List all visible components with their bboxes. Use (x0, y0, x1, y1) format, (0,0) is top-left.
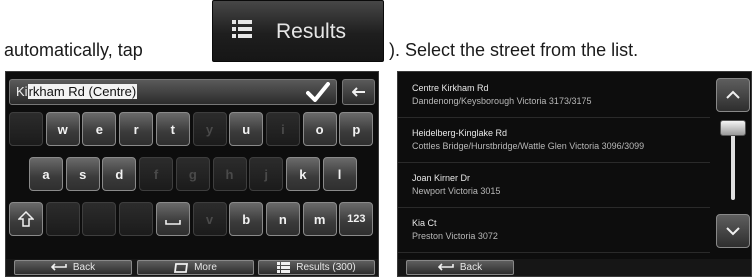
key-l[interactable]: l (322, 157, 357, 191)
back-button[interactable]: Back (406, 260, 514, 275)
list-icon (277, 262, 291, 273)
list-item[interactable]: Centre Kirkham Rd Dandenong/Keysborough V… (398, 75, 710, 118)
key-blank (45, 202, 80, 236)
keyboard-screen: Kirkham Rd (Centre) wertyuiop asdfghjkl vb… (5, 71, 379, 277)
list-item[interactable]: Heidelberg-Kinglake Rd Cottles Bridge/Hur… (398, 120, 710, 163)
scroll-up-button[interactable] (716, 78, 750, 112)
key-w[interactable]: w (45, 112, 80, 146)
key-e[interactable]: e (82, 112, 117, 146)
keyboard-bottom-bar: Back More Results (300) (6, 259, 378, 276)
key-p[interactable]: p (339, 112, 374, 146)
back-button[interactable]: Back (14, 260, 132, 275)
key-v: v (192, 202, 227, 236)
key-y: y (192, 112, 227, 146)
shift-arrow-icon (18, 211, 34, 227)
street-location: Dandenong/Keysborough Victoria 3173/3175 (412, 96, 592, 106)
key-r[interactable]: r (119, 112, 154, 146)
list-item[interactable]: Joan Kirner Dr Newport Victoria 3015 (398, 165, 710, 208)
key-m[interactable]: m (302, 202, 337, 236)
scroll-down-button[interactable] (716, 214, 750, 248)
chevron-down-icon (726, 227, 740, 236)
key-f: f (139, 157, 174, 191)
scrollbar-thumb[interactable] (720, 120, 746, 136)
key-s[interactable]: s (65, 157, 100, 191)
check-icon[interactable] (306, 82, 330, 102)
search-suggestion-text: rkham Rd (Centre) (27, 84, 138, 99)
results-bottom-bar: Back (398, 259, 751, 276)
more-button-label: More (194, 262, 217, 273)
key-i: i (265, 112, 300, 146)
list-icon (232, 20, 252, 38)
key-blank (119, 202, 154, 236)
space-key[interactable] (155, 202, 190, 236)
street-name: Heidelberg-Kinglake Rd (412, 128, 508, 138)
street-name: Centre Kirkham Rd (412, 83, 489, 93)
street-name: Joan Kirner Dr (412, 173, 471, 183)
instruction-text-before: automatically, tap (4, 40, 143, 60)
search-input[interactable]: Kirkham Rd (Centre) (9, 79, 337, 105)
street-location: Cottles Bridge/Hurstbridge/Wattle Glen V… (412, 141, 645, 151)
search-text: Kirkham Rd (Centre) (16, 84, 138, 99)
scrollbar-track[interactable] (731, 130, 735, 200)
results-count-button[interactable]: Results (300) (258, 260, 375, 275)
backspace-button[interactable] (342, 79, 375, 105)
back-arrow-icon (437, 263, 454, 271)
key-d[interactable]: d (102, 157, 137, 191)
results-button-label: Results (276, 20, 347, 43)
more-icon (174, 262, 189, 273)
key-blank (9, 112, 43, 146)
space-bar-icon (164, 220, 181, 225)
back-button-label: Back (459, 262, 483, 273)
key-h: h (212, 157, 247, 191)
key-k[interactable]: k (285, 157, 320, 191)
shift-key[interactable] (9, 202, 43, 236)
more-button[interactable]: More (137, 260, 254, 275)
key-n[interactable]: n (265, 202, 300, 236)
street-location: Newport Victoria 3015 (412, 186, 501, 196)
key-blank (82, 202, 117, 236)
back-button-label: Back (72, 262, 96, 273)
results-count-label: Results (300) (296, 262, 356, 273)
street-location: Preston Victoria 3072 (412, 231, 498, 241)
chevron-up-icon (726, 90, 740, 99)
key-g: g (175, 157, 210, 191)
results-screen: Centre Kirkham Rd Dandenong/Keysborough V… (397, 71, 752, 277)
search-typed-text: Ki (16, 84, 28, 99)
street-name: Kia Ct (412, 218, 437, 228)
key-a[interactable]: a (29, 157, 63, 191)
list-item[interactable]: Kia Ct Preston Victoria 3072 (398, 210, 710, 253)
back-arrow-icon (50, 263, 67, 271)
key-123[interactable]: 123 (339, 202, 374, 236)
results-button[interactable]: Results (212, 0, 384, 62)
key-j: j (249, 157, 284, 191)
instruction-text-after: ). Select the street from the list. (389, 40, 639, 60)
key-o[interactable]: o (302, 112, 337, 146)
key-u[interactable]: u (229, 112, 264, 146)
backspace-arrow-icon (351, 87, 365, 97)
key-t[interactable]: t (155, 112, 190, 146)
key-b[interactable]: b (229, 202, 264, 236)
